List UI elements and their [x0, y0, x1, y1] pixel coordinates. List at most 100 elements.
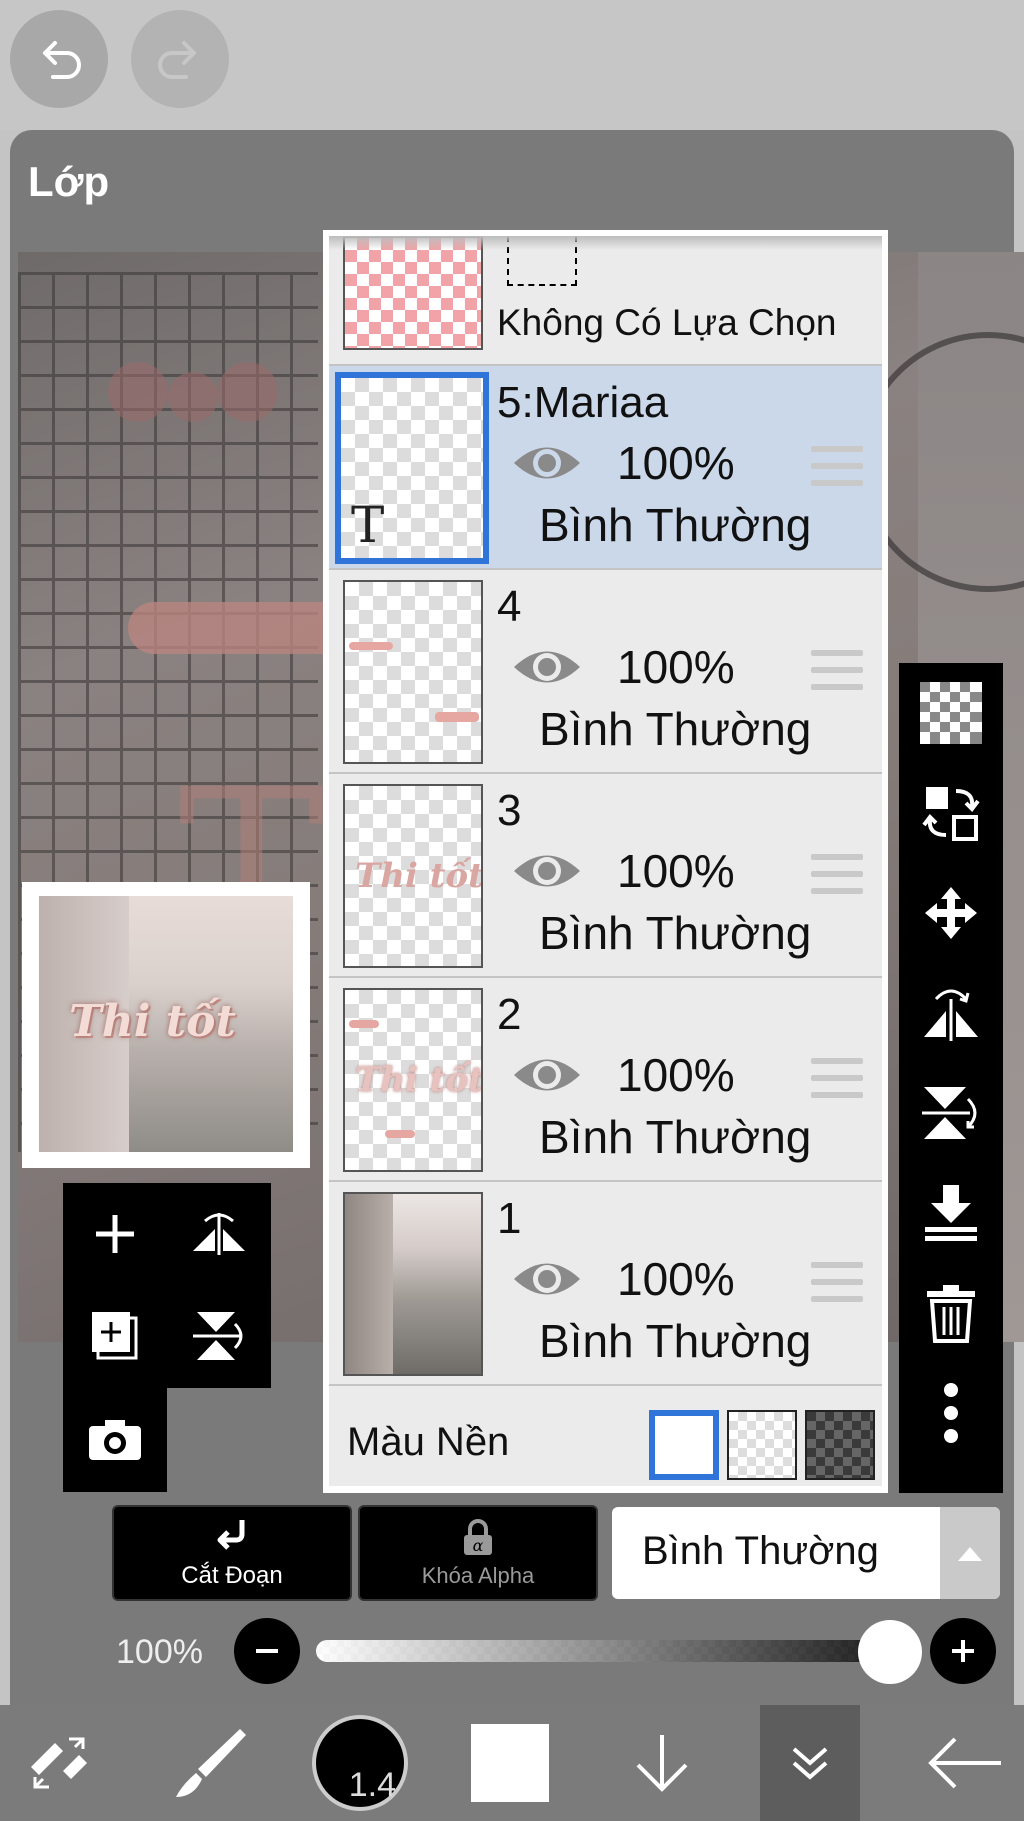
layer-name: 2 [497, 990, 522, 1039]
layer-blend-mode: Bình Thường [539, 499, 812, 551]
canvas-preview[interactable]: Thi tốt [22, 882, 310, 1168]
layer-thumbnail: Thi tốt [343, 988, 483, 1172]
transparency-button[interactable] [899, 663, 1003, 763]
bottom-toolbar: 1.4 [0, 1705, 1024, 1821]
drag-handle-icon[interactable] [811, 1058, 863, 1098]
layer-list: Không Có Lựa Chọn T 5:Mariaa 100% Bình T… [323, 230, 888, 1493]
flip-horizontal-icon [193, 1213, 245, 1255]
flip-vertical-button[interactable] [899, 1063, 1003, 1163]
layer-name: 5:Mariaa [497, 378, 669, 427]
back-arrow-icon [928, 1737, 1001, 1789]
canvas-heart-decoration [218, 362, 278, 422]
lock-icon: α [464, 1519, 492, 1555]
move-layer-button[interactable] [899, 863, 1003, 963]
visibility-toggle[interactable] [509, 1254, 585, 1304]
drag-handle-icon[interactable] [811, 446, 863, 486]
selection-marquee-icon [507, 236, 577, 286]
drag-handle-icon[interactable] [811, 650, 863, 690]
visibility-toggle[interactable] [509, 642, 585, 692]
brush-size-button[interactable]: 1.4 [310, 1705, 410, 1821]
flip-layer-horizontal-button[interactable] [167, 1183, 271, 1285]
background-dark-swatch[interactable] [805, 1410, 875, 1480]
transparency-icon [920, 682, 982, 744]
background-white-swatch[interactable] [649, 1410, 719, 1480]
opacity-slider-knob[interactable] [858, 1620, 922, 1684]
layer-thumbnail [343, 580, 483, 764]
canvas-heart-decoration [168, 372, 218, 422]
color-icon [471, 1724, 549, 1802]
flip-horizontal-button[interactable] [899, 963, 1003, 1063]
move-down-button[interactable] [612, 1705, 712, 1821]
top-bar [0, 0, 1024, 130]
camera-import-button[interactable] [63, 1388, 167, 1490]
clipping-button[interactable]: Cắt Đoạn [112, 1505, 352, 1601]
alpha-lock-button[interactable]: α Khóa Alpha [358, 1505, 598, 1601]
left-toolbar [63, 1183, 271, 1388]
layer-blend-mode: Bình Thường [539, 1315, 812, 1367]
flip-vertical-icon [922, 1087, 977, 1139]
opacity-decrease-button[interactable] [234, 1618, 300, 1684]
move-icon [925, 887, 977, 939]
layer-opacity: 100% [617, 437, 735, 489]
add-layer-icon [96, 1215, 134, 1253]
blend-mode-select[interactable]: Bình Thường [612, 1507, 1000, 1599]
color-button[interactable] [460, 1705, 560, 1821]
layer-thumbnail [343, 1192, 483, 1376]
visibility-toggle[interactable] [509, 438, 585, 488]
right-toolbar [899, 663, 1003, 1493]
add-layer-button[interactable] [63, 1183, 167, 1285]
transform-tool-button[interactable] [0, 1705, 118, 1821]
layer-row[interactable]: Thi tốt 2 100% Bình Thường [329, 978, 882, 1182]
flip-vertical-icon [193, 1312, 243, 1360]
merge-down-button[interactable] [899, 1163, 1003, 1263]
eye-icon [514, 651, 580, 683]
layer-row[interactable]: 4 100% Bình Thường [329, 570, 882, 774]
visibility-toggle[interactable] [509, 846, 585, 896]
layer-row[interactable]: T 5:Mariaa 100% Bình Thường [329, 366, 882, 570]
delete-layer-button[interactable] [899, 1263, 1003, 1363]
eye-icon [514, 855, 580, 887]
visibility-toggle[interactable] [509, 1050, 585, 1100]
merge-down-icon [925, 1185, 977, 1241]
more-options-button[interactable] [899, 1363, 1003, 1463]
svg-text:α: α [473, 1536, 484, 1555]
drag-handle-icon[interactable] [811, 1262, 863, 1302]
background-transparent-swatch[interactable] [727, 1410, 797, 1480]
eye-icon [514, 1059, 580, 1091]
undo-button[interactable] [10, 10, 108, 108]
layer-opacity: 100% [617, 1253, 735, 1305]
duplicate-layer-button[interactable] [63, 1285, 167, 1387]
preview-title-text: Thi tốt [69, 996, 236, 1047]
layer-row[interactable]: Thi tốt 3 100% Bình Thường [329, 774, 882, 978]
brush-tool-button[interactable] [155, 1705, 265, 1821]
drag-handle-icon[interactable] [811, 854, 863, 894]
brush-icon [176, 1729, 246, 1797]
opacity-increase-button[interactable] [930, 1618, 996, 1684]
alpha-lock-label: Khóa Alpha [421, 1563, 535, 1588]
background-color-row: Màu Nền [329, 1388, 882, 1486]
flip-horizontal-icon [924, 989, 978, 1041]
undo-icon [43, 41, 81, 79]
back-button[interactable] [910, 1705, 1020, 1821]
opacity-slider[interactable] [316, 1640, 906, 1662]
more-icon [944, 1383, 958, 1443]
arrow-down-icon [636, 1735, 688, 1792]
canvas-preview-image: Thi tốt [39, 896, 293, 1152]
layer-thumbnail: T [335, 372, 489, 564]
layers-collapse-button[interactable] [760, 1705, 860, 1821]
layer-blend-mode: Bình Thường [539, 907, 812, 959]
thumb-decoration [435, 712, 479, 722]
clipping-icon [217, 1520, 245, 1550]
swap-layer-button[interactable] [899, 763, 1003, 863]
selection-layer-row[interactable]: Không Có Lựa Chọn [329, 236, 882, 366]
trash-icon [927, 1285, 975, 1343]
flip-layer-vertical-button[interactable] [167, 1285, 271, 1387]
transform-tool-icon [31, 1737, 87, 1789]
redo-button[interactable] [131, 10, 229, 108]
thumb-script-text: Thi tốt [355, 856, 483, 896]
layer-row[interactable]: 1 100% Bình Thường [329, 1182, 882, 1386]
redo-icon [158, 41, 196, 79]
eye-icon [514, 447, 580, 479]
camera-icon [89, 1420, 141, 1460]
thumb-decoration [385, 1130, 415, 1138]
